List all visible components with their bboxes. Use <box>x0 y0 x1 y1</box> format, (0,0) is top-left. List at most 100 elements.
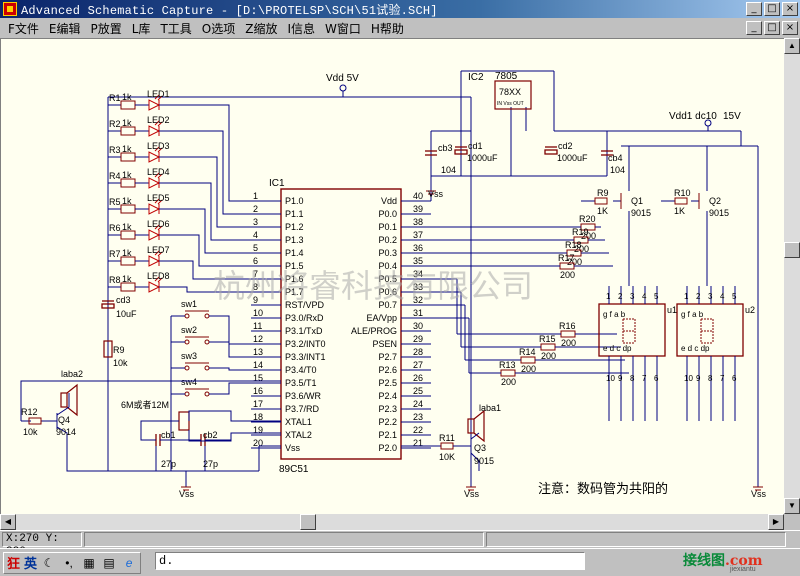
ic2-pin-labels: IN Vss OUT <box>497 101 524 107</box>
schematic-drawing[interactable]: 1 P1.02 P1.13 P1.24 P1.35 P1.46 P1.57 P1.68 P1.7… <box>1 39 784 514</box>
segment-resistor-ref: R17 <box>558 253 575 263</box>
led-diode[interactable] <box>148 229 161 241</box>
ic1-pin-name: P0.2 <box>378 235 397 245</box>
doc-restore-button[interactable]: □ <box>764 21 780 35</box>
led-diode[interactable] <box>148 99 161 111</box>
minimize-button[interactable]: _ <box>746 2 762 16</box>
segment-resistor[interactable] <box>520 356 536 364</box>
crystal[interactable] <box>178 411 190 431</box>
ic1-pin-number: 2 <box>253 204 258 214</box>
horizontal-scrollbar[interactable]: ◀ ▶ <box>0 514 784 530</box>
scroll-right-arrow-icon[interactable]: ▶ <box>768 514 784 530</box>
led-resistor[interactable] <box>120 100 136 110</box>
menu-place[interactable]: P放置 <box>91 20 122 37</box>
ic1-pin-number: 11 <box>253 321 262 331</box>
keyboard-icon[interactable]: ▦ <box>81 555 97 571</box>
menu-edit[interactable]: E编辑 <box>49 20 81 37</box>
speaker-laba1[interactable] <box>467 409 485 443</box>
led-resistor-value: 1k <box>122 222 132 232</box>
ie-icon[interactable]: e <box>121 555 137 571</box>
ime-lang-label[interactable]: 英 <box>24 553 37 572</box>
maximize-button[interactable]: □ <box>764 2 780 16</box>
u2-top-pins: g f a b <box>681 310 704 319</box>
menu-file[interactable]: F文件 <box>8 20 39 37</box>
led-resistor[interactable] <box>120 126 136 136</box>
ic1-pin-number: 10 <box>253 308 263 318</box>
ic1-pin-name: P1.0 <box>285 196 304 206</box>
ic1-pin-name: P3.3/INT1 <box>285 352 326 362</box>
segment-resistor-value: 200 <box>501 377 516 387</box>
cb3-label: cb3 <box>438 143 453 153</box>
ic1-pin-name: XTAL2 <box>285 430 312 440</box>
ic1-pin-name: P3.0/RxD <box>285 313 324 323</box>
menu-options[interactable]: O选项 <box>202 20 235 37</box>
doc-minimize-button[interactable]: _ <box>746 21 762 35</box>
led-resistor-ref: R7 <box>109 249 121 259</box>
segment-resistor[interactable] <box>540 343 556 351</box>
display-pin-number: 7 <box>642 374 647 383</box>
led-resistor[interactable] <box>120 282 136 292</box>
ic1-pin-number: 6 <box>253 256 258 266</box>
r11-ref: R11 <box>439 433 455 443</box>
menu-help[interactable]: H帮助 <box>371 20 404 37</box>
segment-resistor[interactable] <box>500 369 516 377</box>
display-pin-number: 4 <box>642 292 647 301</box>
u1-label: u1 <box>667 305 677 315</box>
ime-bar[interactable]: 狂 英 ☾ •, ▦ ▤ e <box>3 551 142 574</box>
ic1-pin-name: Vdd <box>381 196 397 206</box>
ic1-pin-name: P0.3 <box>378 248 397 258</box>
led-diode[interactable] <box>148 281 161 293</box>
moon-icon[interactable]: ☾ <box>41 555 57 571</box>
scroll-left-arrow-icon[interactable]: ◀ <box>0 514 16 530</box>
led-diode[interactable] <box>148 177 161 189</box>
menu-zoom[interactable]: Z缩放 <box>245 20 277 37</box>
q3-value: 9015 <box>474 456 494 466</box>
ic1-pin-number: 31 <box>413 308 423 318</box>
led-diode[interactable] <box>148 203 161 215</box>
vertical-scrollbar[interactable]: ▲ ▼ <box>784 38 800 514</box>
led-resistor[interactable] <box>120 230 136 240</box>
cb1-label: cb1 <box>161 430 176 440</box>
menu-library[interactable]: L库 <box>132 20 151 37</box>
cb1-value: 27p <box>161 459 176 469</box>
led-resistor[interactable] <box>120 152 136 162</box>
command-input[interactable]: d. <box>155 552 585 570</box>
vertical-scroll-thumb[interactable] <box>784 242 800 258</box>
led-resistor-value: 1k <box>122 118 132 128</box>
led-diode[interactable] <box>148 151 161 163</box>
doc-close-button[interactable]: × <box>782 21 798 35</box>
led-resistor[interactable] <box>120 204 136 214</box>
notepad-icon[interactable]: ▤ <box>101 555 117 571</box>
menu-tools[interactable]: T工具 <box>160 20 191 37</box>
ic1-pin-name: XTAL1 <box>285 417 312 427</box>
ic1-pin-name: P2.1 <box>378 430 397 440</box>
scroll-down-arrow-icon[interactable]: ▼ <box>784 498 800 514</box>
led-resistor-ref: R3 <box>109 145 121 155</box>
menu-window[interactable]: W窗口 <box>325 20 361 37</box>
led-resistor[interactable] <box>120 178 136 188</box>
display-pin-number: 10 <box>684 374 693 383</box>
led-resistor-ref: R5 <box>109 197 121 207</box>
app-icon[interactable] <box>3 2 17 16</box>
led-diode[interactable] <box>148 125 161 137</box>
segment-resistor[interactable] <box>560 330 576 338</box>
horizontal-scroll-thumb[interactable] <box>300 514 316 530</box>
punctuation-icon[interactable]: •, <box>61 555 77 571</box>
led-resistor[interactable] <box>120 256 136 266</box>
menu-info[interactable]: I信息 <box>287 20 315 37</box>
schematic-canvas[interactable]: 1 P1.0 2 P1.1 3 P1.2 4 P1.3 5 P1.4 6 P1.5 7 P1.6 8 P1.7… <box>0 38 784 514</box>
segment-resistor-ref: R15 <box>539 334 556 344</box>
ic1-pin-name: ALE/PROG <box>351 326 397 336</box>
window-title: Advanced Schematic Capture - [D:\PROTELS… <box>21 3 438 18</box>
display-pin-number: 1 <box>684 292 689 301</box>
ime-mode-label[interactable]: 狂 <box>7 553 20 572</box>
close-button[interactable]: × <box>782 2 798 16</box>
cd2-value: 1000uF <box>557 153 588 163</box>
ic1-pin-number: 24 <box>413 399 423 409</box>
r9b-ref: R9 <box>597 188 609 198</box>
led-diode[interactable] <box>148 255 161 267</box>
scroll-up-arrow-icon[interactable]: ▲ <box>784 38 800 54</box>
ic1-pin-number: 36 <box>413 243 423 253</box>
led-resistor-value: 1k <box>122 92 132 102</box>
ic1-pin-number: 14 <box>253 360 263 370</box>
